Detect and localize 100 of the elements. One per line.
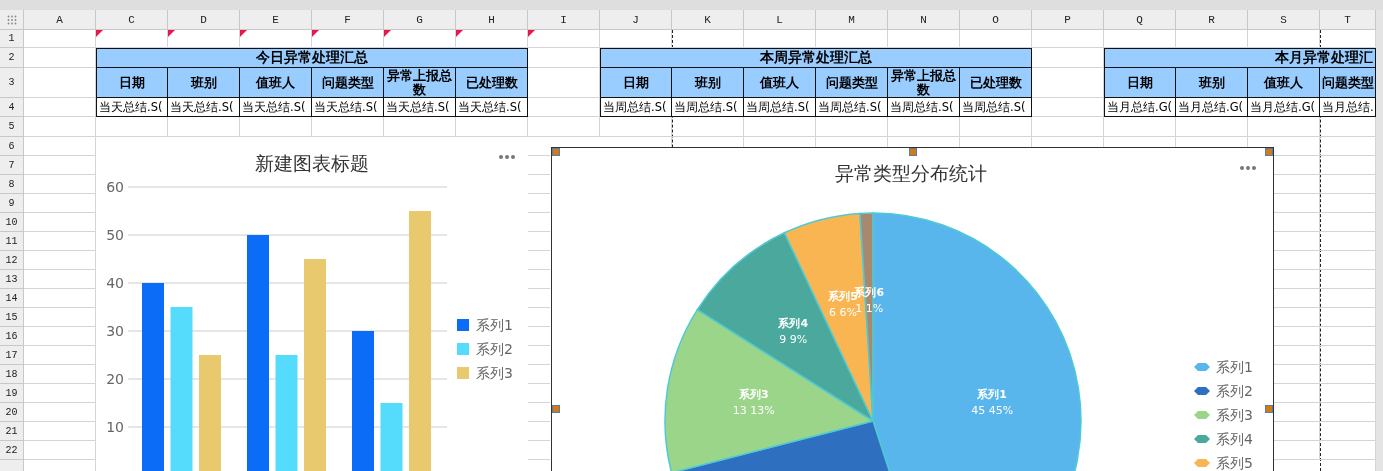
row-header[interactable]: 12 [0,251,24,270]
legend-marker-icon [1194,435,1210,443]
row-header[interactable]: 15 [0,308,24,327]
resize-handle[interactable] [1265,148,1273,156]
more-icon[interactable] [498,154,516,160]
row-header[interactable]: 10 [0,213,24,232]
legend-label[interactable]: 系列2 [1216,383,1253,399]
table-cell: 当周总结.S( [888,98,960,117]
table-header: 值班人 [1248,68,1320,98]
data-label: 系列4 [778,316,809,330]
column-header[interactable]: A [24,10,96,30]
more-icon[interactable] [1239,165,1257,171]
table-header: 已处理数 [960,68,1032,98]
row-header[interactable]: 8 [0,175,24,194]
sheet-cell[interactable] [24,117,96,137]
row-header[interactable]: 9 [0,194,24,213]
column-header[interactable]: I [528,10,600,30]
legend-label[interactable]: 系列5 [1216,455,1253,471]
legend-label[interactable]: 系列3 [476,365,513,381]
row-header[interactable]: 4 [0,98,24,117]
table-header: 问题类型 [1320,68,1376,98]
table-cell: 当天总结.S( [456,98,528,117]
scrollbar[interactable] [1376,10,1383,471]
row-header[interactable]: 17 [0,346,24,365]
table-cell: 当天总结.S( [384,98,456,117]
data-label: 45 45% [971,404,1014,418]
resize-handle[interactable] [909,148,917,156]
sheet-cell[interactable] [528,117,600,137]
table-header: 异常上报总数 [888,68,960,98]
column-header[interactable]: O [960,10,1032,30]
table-cell: 当月总结.G( [1104,98,1176,117]
axis-tick-label: 30 [106,323,124,339]
column-header[interactable]: D [168,10,240,30]
legend-label[interactable]: 系列1 [476,317,513,333]
legend-label[interactable]: 系列2 [476,341,513,357]
column-header[interactable]: N [888,10,960,30]
column-header[interactable]: Q [1104,10,1176,30]
legend-label[interactable]: 系列1 [1216,359,1253,375]
row-header[interactable]: 20 [0,403,24,422]
sheet-cell[interactable] [1032,30,1104,48]
row-header[interactable]: 19 [0,384,24,403]
table-cell: 当周总结.S( [816,98,888,117]
legend-marker-icon [1194,411,1210,419]
table-header: 日期 [96,68,168,98]
column-header[interactable]: S [1248,10,1320,30]
sheet-cell[interactable] [528,30,600,48]
column-header[interactable]: L [744,10,816,30]
select-all-icon[interactable] [0,10,24,30]
legend-label[interactable]: 系列4 [1216,431,1253,447]
axis-tick-label: 60 [106,179,124,195]
row-header[interactable]: 16 [0,327,24,346]
row-header[interactable]: 21 [0,422,24,441]
column-header[interactable]: H [456,10,528,30]
table-cell: 当月总结.G( [1176,98,1248,117]
row-header[interactable]: 2 [0,48,24,68]
column-header[interactable]: G [384,10,456,30]
sheet-cell[interactable] [1032,117,1104,137]
column-header[interactable]: M [816,10,888,30]
table-header: 问题类型 [312,68,384,98]
data-label: 6 6% [829,306,857,320]
row-header[interactable]: 18 [0,365,24,384]
legend-swatch-icon [457,367,469,379]
legend-swatch-icon [457,343,469,355]
row-header[interactable]: 14 [0,289,24,308]
legend-label[interactable]: 系列3 [1216,407,1253,423]
table-cell: 当天总结.S( [96,98,168,117]
row-header[interactable]: 11 [0,232,24,251]
table-header: 值班人 [240,68,312,98]
row-header[interactable]: 7 [0,156,24,175]
axis-tick-label: 20 [106,371,124,387]
column-header[interactable]: C [96,10,168,30]
row-header[interactable]: 1 [0,30,24,48]
table-title: 本月异常处理汇 [1104,48,1376,68]
table-cell: 当月总结. [1320,98,1376,117]
column-header[interactable]: F [312,10,384,30]
legend-marker-icon [1194,387,1210,395]
resize-handle[interactable] [552,148,560,156]
table-header: 问题类型 [816,68,888,98]
sheet-cell[interactable] [24,30,96,48]
legend-marker-icon [1194,459,1210,467]
column-header[interactable]: K [672,10,744,30]
chart-title: 异常类型分布统计 [835,162,987,184]
table-title: 今日异常处理汇总 [96,48,528,68]
table-cell: 当周总结.S( [600,98,672,117]
row-header[interactable]: 6 [0,137,24,156]
row-header[interactable]: 3 [0,68,24,98]
column-header[interactable]: R [1176,10,1248,30]
axis-tick-label: 10 [106,419,124,435]
row-header[interactable]: 13 [0,270,24,289]
data-label: 13 13% [732,404,775,418]
table-cell: 当月总结.G( [1248,98,1320,117]
resize-handle[interactable] [552,405,560,413]
table-header: 日期 [1104,68,1176,98]
resize-handle[interactable] [1265,405,1273,413]
row-header[interactable]: 22 [0,441,24,460]
column-header[interactable]: T [1320,10,1376,30]
column-header[interactable]: E [240,10,312,30]
column-header[interactable]: P [1032,10,1104,30]
column-header[interactable]: J [600,10,672,30]
row-header[interactable]: 5 [0,117,24,137]
